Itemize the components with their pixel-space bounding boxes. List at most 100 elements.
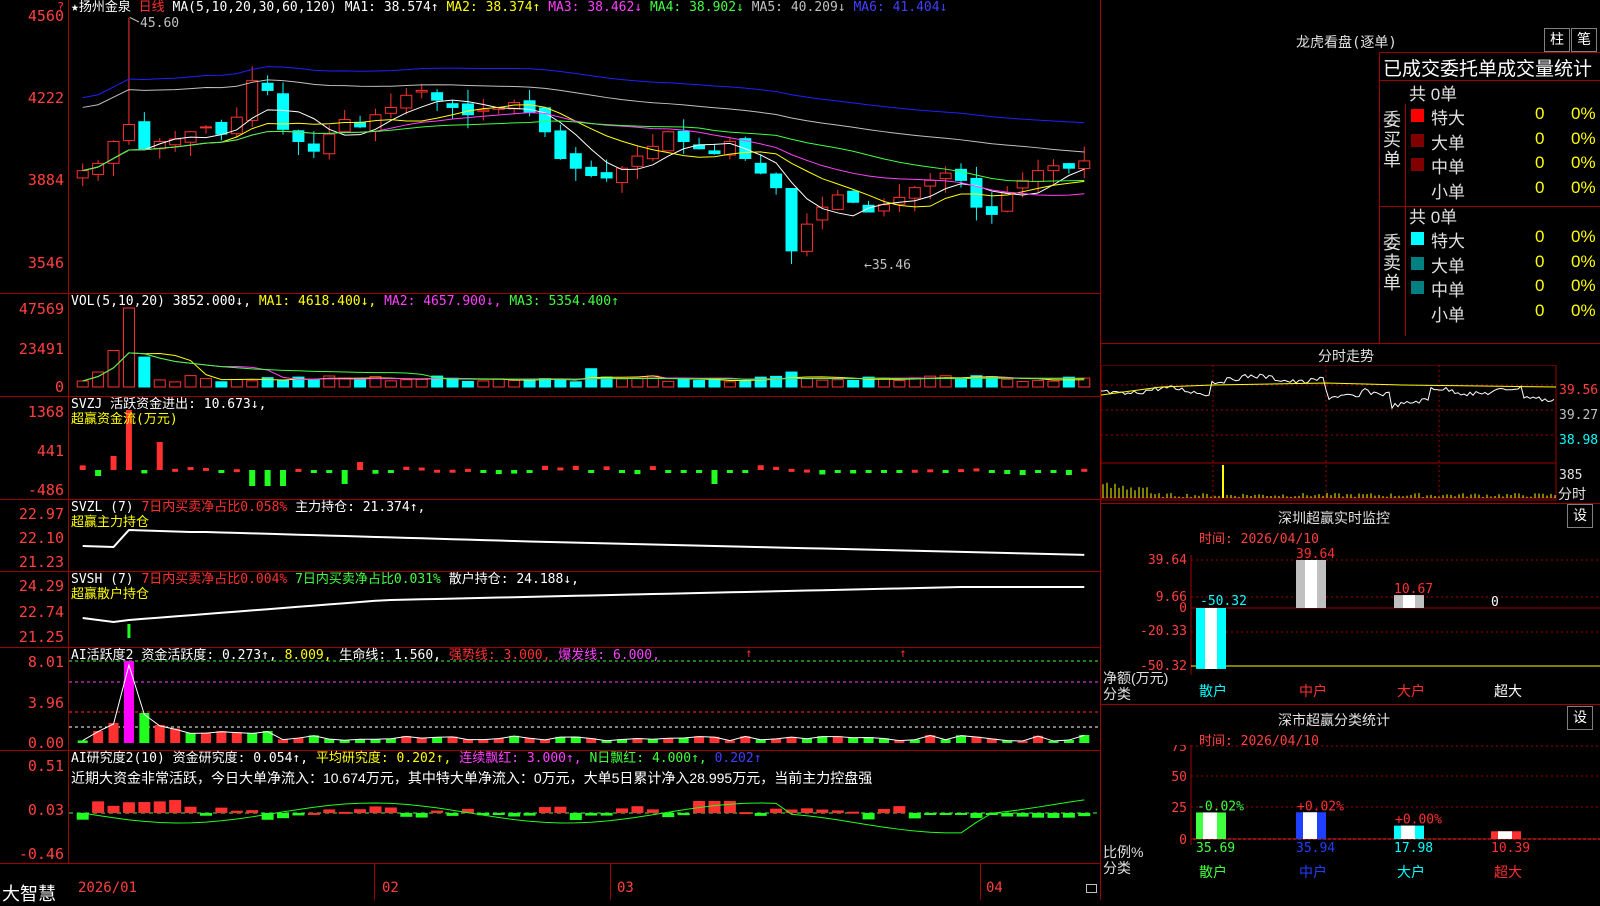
- volume-chart[interactable]: [69, 294, 1100, 396]
- sz-class-settings-button[interactable]: 设: [1567, 706, 1593, 730]
- candle-body: [1062, 163, 1075, 169]
- flow-bar: [680, 470, 687, 473]
- vol-ytick: 23491: [18, 340, 64, 358]
- ai-research-chart[interactable]: [69, 751, 1100, 863]
- flow-bar: [927, 469, 934, 473]
- activity-bar: [200, 732, 211, 743]
- flow-bar: [742, 470, 749, 473]
- flow-bar: [988, 470, 995, 473]
- category-pct: 0%: [1571, 104, 1596, 123]
- sz-monitor-svg[interactable]: 39.649.660-20.33-50.32-50.32散户39.64中户10.…: [1101, 545, 1600, 705]
- svzl-pane[interactable]: 22.97 22.10 21.23 SVZL (7) 7日内买卖净占比0.058…: [0, 500, 1100, 572]
- research-bar: [924, 813, 937, 815]
- volume-bar: [215, 381, 228, 388]
- svsh-ytick: 22.74: [18, 603, 64, 621]
- category-swatch: [1411, 305, 1424, 319]
- ma6-label: MA6: 41.404↓: [853, 0, 948, 15]
- intraday-chart[interactable]: [1100, 364, 1600, 505]
- svzj-y-axis: 1368 441 -486: [0, 397, 69, 499]
- flow-bar: [249, 470, 256, 486]
- ai-res-h2: 资金研究度: 0.054↑,: [172, 751, 309, 766]
- volume-bar: [384, 380, 397, 388]
- research-bar: [1032, 813, 1045, 818]
- tick-toggle-button[interactable]: 笔: [1571, 28, 1597, 52]
- flow-bar: [387, 470, 394, 473]
- volume-bar: [246, 380, 259, 388]
- sz-monitor-settings-button[interactable]: 设: [1567, 504, 1593, 528]
- flow-bar: [464, 468, 471, 472]
- category-name: 小单: [1431, 182, 1465, 202]
- class-bar[interactable]: [1491, 831, 1521, 839]
- period-label[interactable]: 日线: [139, 0, 165, 15]
- candle-body: [970, 177, 983, 208]
- class-bar[interactable]: [1394, 825, 1424, 839]
- ai-res-ytick: -0.46: [18, 845, 64, 863]
- monitor-bar[interactable]: [1196, 608, 1226, 669]
- research-bar: [138, 802, 151, 813]
- flow-bar: [541, 465, 548, 470]
- vol-value: 3852.000↓,: [172, 294, 252, 309]
- research-bar: [893, 806, 906, 813]
- monitor-bar[interactable]: [1296, 560, 1326, 608]
- ai-res-ytick: 0.03: [27, 801, 64, 819]
- x-label-jan: 2026/01: [78, 880, 138, 896]
- volume-bar: [492, 378, 505, 388]
- x-label-feb: 02: [382, 880, 399, 896]
- price-pane[interactable]: 4560 4222 3884 3546 ? ★扬州金泉 日线 MA(5,10,2…: [0, 0, 1100, 294]
- research-bar: [292, 813, 305, 816]
- volume-bar: [1047, 380, 1060, 388]
- bar-toggle-button[interactable]: 柱: [1544, 28, 1570, 52]
- category-pct: 0%: [1571, 276, 1596, 295]
- flow-bar: [572, 465, 579, 470]
- research-bar: [153, 801, 166, 813]
- price-plot[interactable]: [69, 0, 1100, 293]
- sz-class-chart[interactable]: 75 50 25 0 -0.02% 35.69 散户 +0.02% 35.94 中户 +0.00% 1…: [1101, 740, 1600, 900]
- ai-activity-pane[interactable]: 8.01 3.96 0.00 ↑ ↑ AI活跃度2 资金活跃度: 0.273↑, …: [0, 648, 1100, 751]
- ai-res-h6: 0.202↑: [714, 751, 762, 766]
- ai-act-plot[interactable]: ↑ ↑: [69, 648, 1100, 750]
- class-bar[interactable]: [1296, 812, 1326, 839]
- corner-question-mark[interactable]: ?: [57, 0, 64, 14]
- research-bar: [816, 809, 829, 813]
- candle-body: [323, 133, 336, 155]
- x-tick-sep: [980, 864, 981, 900]
- ai-res-plot[interactable]: [69, 751, 1100, 863]
- monitor-category-label: 散户: [1199, 683, 1227, 700]
- svsh-subtitle: 超赢散户持仓: [71, 587, 150, 602]
- ai-act-ytick: 0.00: [27, 734, 64, 752]
- volume-bar: [800, 377, 813, 388]
- volume-bar: [847, 379, 860, 388]
- sz-class-svg[interactable]: 75 50 25 0 -0.02% 35.69 散户 +0.02% 35.94 中户 +0.00% 1…: [1101, 740, 1600, 900]
- intraday-svg[interactable]: [1100, 364, 1600, 505]
- volume-bar: [785, 371, 798, 388]
- sz-class-title: 深市超赢分类统计: [1278, 713, 1390, 729]
- lock-icon[interactable]: [1086, 884, 1097, 893]
- ai-activity-chart[interactable]: ↑ ↑: [69, 648, 1100, 750]
- svzj-chart[interactable]: [69, 397, 1100, 499]
- vol-plot[interactable]: [69, 294, 1100, 396]
- volume-bar: [569, 381, 582, 388]
- svzl-h1: SVZL (7): [71, 500, 134, 515]
- intraday-x-label: 分时: [1558, 486, 1586, 502]
- sz-monitor-chart[interactable]: 39.64 9.66 0 -20.33 -50.32 -50.32 散户 39.64 中户 10.…: [1101, 545, 1600, 705]
- category-swatch: [1411, 158, 1424, 171]
- stock-name[interactable]: ★扬州金泉: [71, 0, 131, 15]
- flow-bar: [403, 466, 410, 470]
- svsh-pane[interactable]: 24.29 22.74 21.25 SVSH (7) 7日内买卖净占比0.004…: [0, 572, 1100, 648]
- volume-pane[interactable]: 47569 23491 0 VOL(5,10,20) 3852.000↓, MA…: [0, 294, 1100, 397]
- candle-body: [631, 155, 644, 167]
- category-count: 0: [1535, 153, 1545, 172]
- category-count: 0: [1535, 104, 1545, 123]
- svzj-plot[interactable]: [69, 397, 1100, 499]
- research-bar: [1016, 813, 1029, 817]
- longhu-subtitle: 已成交委托单成交量统计: [1383, 59, 1593, 80]
- candle-body: [1032, 170, 1045, 182]
- candlestick-chart[interactable]: [69, 0, 1100, 293]
- ai-research-pane[interactable]: 0.51 0.03 -0.46 AI研究度2(10) 资金研究度: 0.054↑…: [0, 751, 1100, 863]
- candle-body: [461, 103, 474, 116]
- research-bar: [1062, 813, 1075, 818]
- class-bar[interactable]: [1196, 812, 1226, 839]
- ai-res-h1: AI研究度2(10): [71, 751, 165, 766]
- svzj-pane[interactable]: 1368 441 -486 SVZJ 活跃资金进出: 10.673↓, 超赢资金…: [0, 397, 1100, 500]
- flow-bar: [434, 469, 441, 473]
